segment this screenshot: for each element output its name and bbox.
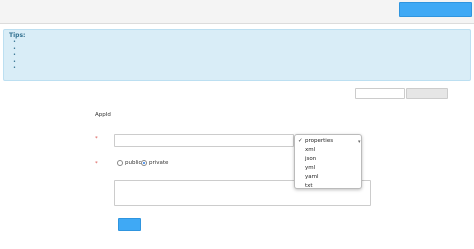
radio-checked-icon[interactable] bbox=[141, 160, 147, 166]
format-option-json[interactable]: json bbox=[295, 155, 361, 164]
submit-button[interactable] bbox=[118, 218, 141, 231]
format-option-label: properties bbox=[305, 138, 334, 144]
namespace-name-input[interactable] bbox=[114, 134, 294, 147]
format-select-dropdown[interactable]: ✓ properties xml json yml yaml txt bbox=[294, 134, 362, 189]
format-option-properties[interactable]: ✓ properties bbox=[295, 137, 361, 146]
checkmark-icon: ✓ bbox=[298, 138, 303, 144]
appid-label: AppId bbox=[95, 112, 111, 118]
tab-create-namespace[interactable] bbox=[406, 88, 448, 99]
page-header bbox=[0, 0, 474, 24]
tips-title: Tips: bbox=[9, 32, 26, 39]
required-mark: * bbox=[95, 161, 98, 167]
page-title bbox=[5, 4, 6, 13]
radio-label: public bbox=[125, 160, 142, 166]
format-option-xml[interactable]: xml bbox=[295, 146, 361, 155]
type-label: * bbox=[95, 161, 99, 167]
type-radio-private[interactable]: private bbox=[141, 160, 168, 166]
tips-panel: Tips: bbox=[3, 29, 471, 81]
tips-list bbox=[13, 39, 465, 72]
tip-item bbox=[13, 65, 465, 72]
radio-label: private bbox=[149, 160, 169, 166]
radio-circle-icon[interactable] bbox=[117, 160, 123, 166]
format-option-txt[interactable]: txt bbox=[295, 182, 361, 191]
format-option-yml[interactable]: yml bbox=[295, 164, 361, 173]
name-label: * bbox=[95, 136, 99, 142]
required-mark: * bbox=[95, 136, 98, 142]
format-option-yaml[interactable]: yaml bbox=[295, 173, 361, 182]
type-radio-public[interactable]: public bbox=[117, 160, 142, 166]
tab-link-public-namespace[interactable] bbox=[355, 88, 405, 99]
chevron-down-icon[interactable]: ▾ bbox=[358, 139, 361, 145]
back-to-project-button[interactable] bbox=[399, 2, 472, 17]
